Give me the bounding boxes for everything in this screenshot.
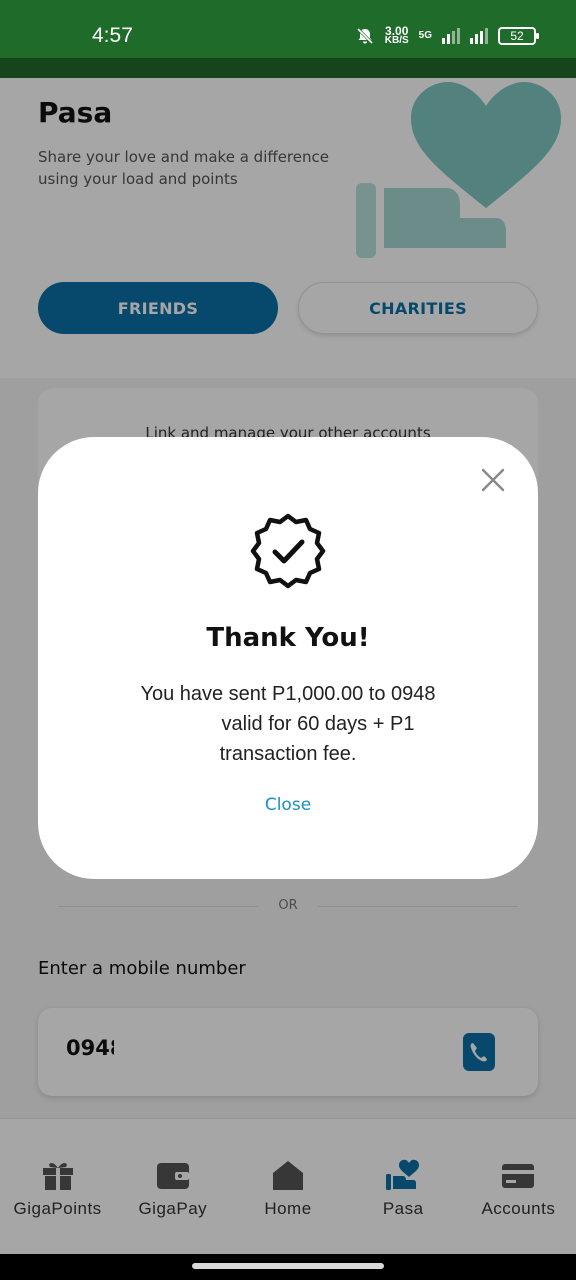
network-speed: 3.00 KB/S — [384, 24, 409, 46]
close-icon[interactable] — [480, 467, 506, 493]
network-type: 5G — [418, 30, 432, 41]
status-icons: 3.00 KB/S 5G 52 — [355, 24, 539, 46]
mute-icon — [356, 27, 373, 45]
signal-icon — [442, 28, 460, 44]
home-indicator[interactable] — [192, 1263, 384, 1269]
gesture-bar — [0, 1254, 576, 1280]
status-time: 4:57 — [92, 24, 133, 47]
success-dialog: Thank You! You have sent P1,000.00 to 09… — [38, 437, 538, 879]
dialog-message: You have sent P1,000.00 to 0948 valid fo… — [140, 683, 436, 765]
signal-icon-2 — [470, 28, 488, 44]
verified-badge-icon — [250, 513, 326, 589]
close-link[interactable]: Close — [38, 795, 538, 815]
battery-icon: 52 — [498, 27, 539, 45]
dialog-title: Thank You! — [206, 623, 370, 653]
